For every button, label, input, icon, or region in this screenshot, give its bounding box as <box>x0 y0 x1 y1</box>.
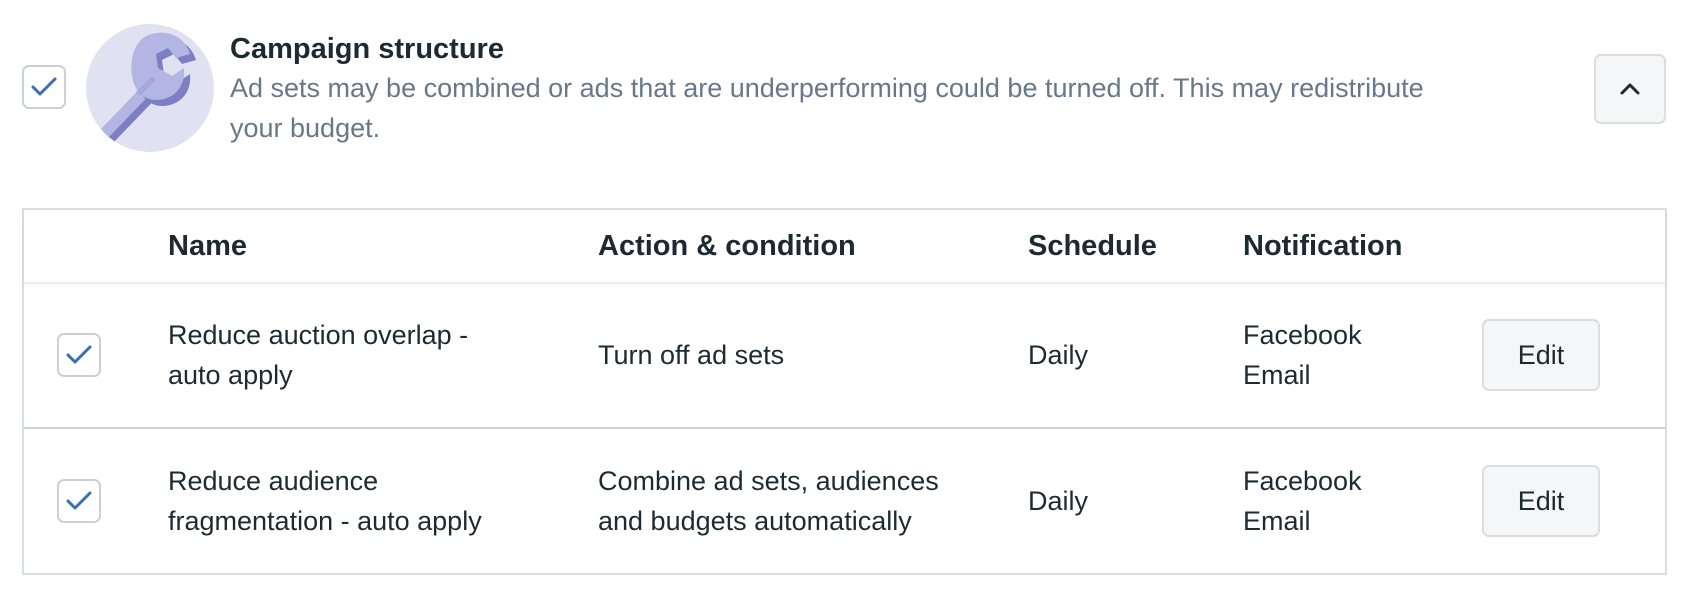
checkmark-icon <box>66 491 92 510</box>
notification-line: Facebook <box>1243 466 1362 496</box>
edit-button[interactable]: Edit <box>1482 465 1600 537</box>
campaign-structure-checkbox[interactable] <box>22 65 66 109</box>
row-checkbox[interactable] <box>57 479 101 523</box>
rule-action-line: Combine ad sets, audiences <box>598 466 939 496</box>
rule-action-line: and budgets automatically <box>598 506 912 536</box>
table-row: Reduce auction overlap - auto apply Turn… <box>24 283 1665 429</box>
section-title: Campaign structure <box>230 33 504 65</box>
rule-schedule: Daily <box>1028 486 1089 516</box>
column-header-notification: Notification <box>1243 230 1403 262</box>
rule-name: Reduce auction overlap - auto apply <box>168 315 568 395</box>
collapse-button[interactable] <box>1594 54 1666 124</box>
description-line: your budget. <box>230 113 381 143</box>
table-header: Name Action & condition Schedule Notific… <box>24 210 1665 284</box>
rule-schedule: Daily <box>1028 340 1089 370</box>
row-checkbox[interactable] <box>57 333 101 377</box>
checkmark-icon <box>31 77 57 96</box>
rule-notification: Facebook Email <box>1243 461 1362 541</box>
notification-line: Email <box>1243 506 1311 536</box>
column-header-name: Name <box>168 230 247 262</box>
wrench-icon <box>86 24 214 152</box>
notification-line: Facebook <box>1243 320 1362 350</box>
rule-name-line: Reduce auction overlap - <box>168 320 469 350</box>
rule-action: Combine ad sets, audiences and budgets a… <box>598 461 998 541</box>
table-row: Reduce audience fragmentation - auto app… <box>24 429 1665 573</box>
chevron-up-icon <box>1620 83 1640 95</box>
notification-line: Email <box>1243 360 1311 390</box>
rule-name-line: Reduce audience <box>168 466 379 496</box>
rule-notification: Facebook Email <box>1243 315 1362 395</box>
rule-name: Reduce audience fragmentation - auto app… <box>168 461 568 541</box>
rule-name-line: auto apply <box>168 360 293 390</box>
rule-name-line: fragmentation - auto apply <box>168 506 482 536</box>
column-header-action: Action & condition <box>598 230 856 262</box>
section-description: Ad sets may be combined or ads that are … <box>230 68 1560 148</box>
description-line: Ad sets may be combined or ads that are … <box>230 73 1424 103</box>
rules-table: Name Action & condition Schedule Notific… <box>22 208 1667 575</box>
column-header-schedule: Schedule <box>1028 230 1157 262</box>
rule-action: Turn off ad sets <box>598 335 998 375</box>
rule-action-line: Turn off ad sets <box>598 340 785 370</box>
edit-button[interactable]: Edit <box>1482 319 1600 391</box>
checkmark-icon <box>66 345 92 364</box>
